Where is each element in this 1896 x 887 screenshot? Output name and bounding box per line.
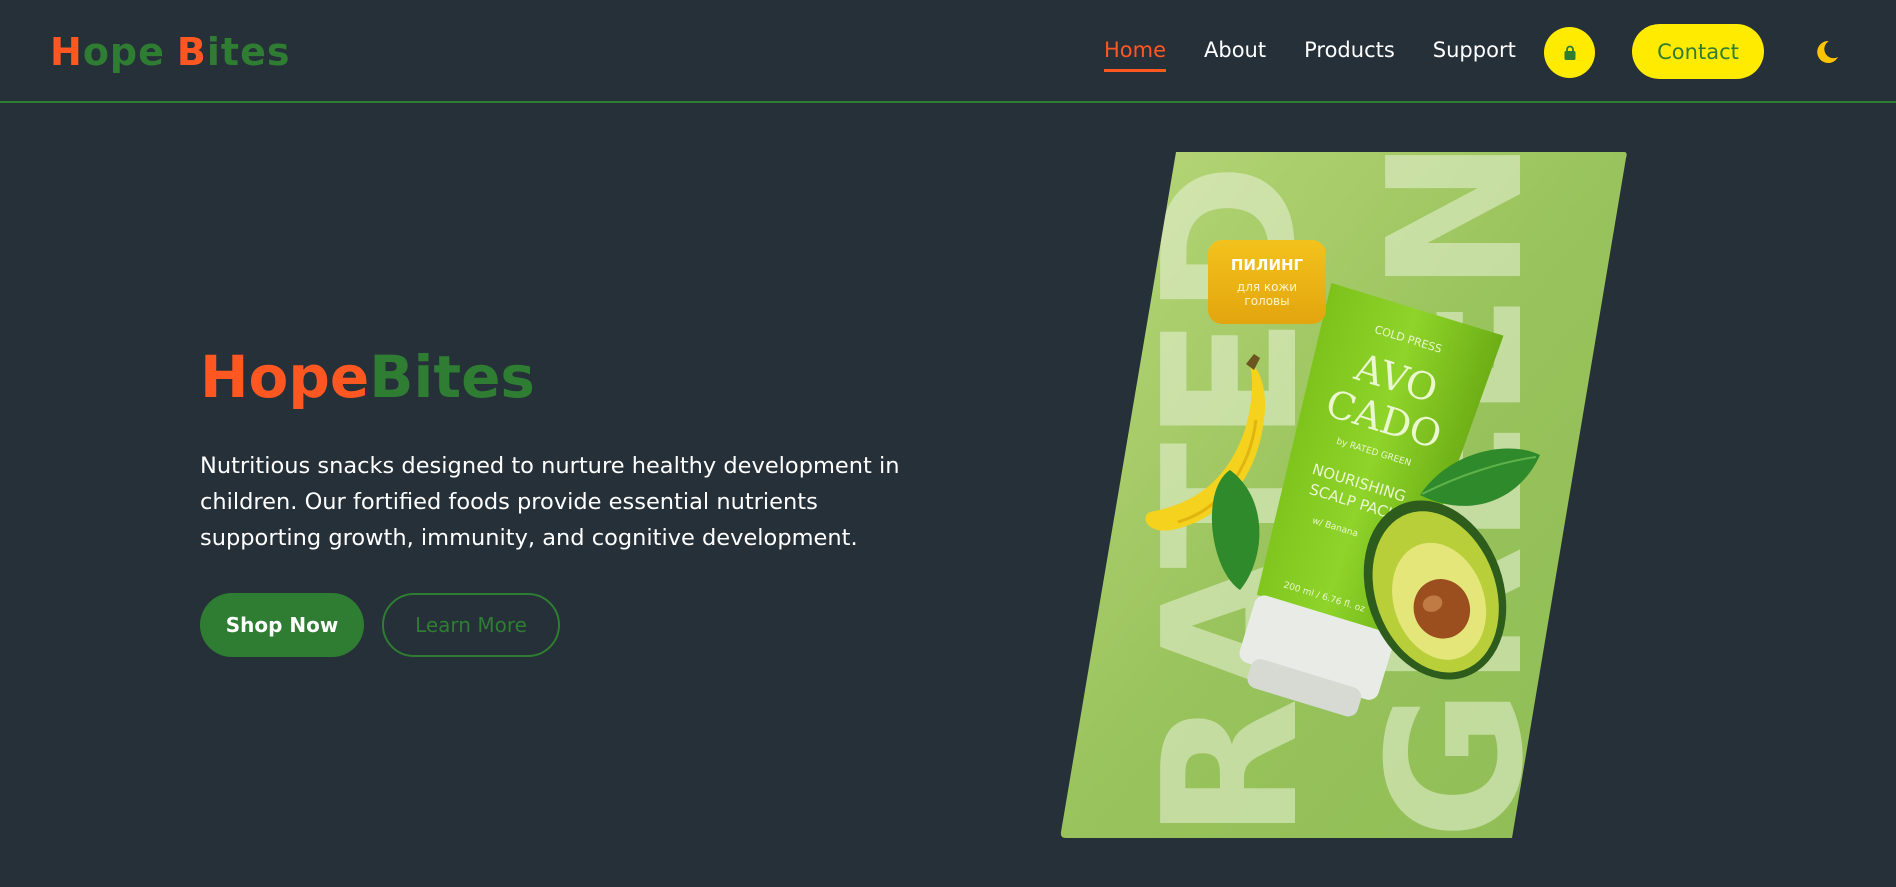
hero-title-hope: Hope xyxy=(200,343,370,411)
cart-button[interactable] xyxy=(1544,27,1595,78)
nav-link-support[interactable]: Support xyxy=(1433,38,1516,72)
label-sub2: головы xyxy=(1244,294,1289,308)
label-title: ПИЛИНГ xyxy=(1231,256,1304,274)
logo-letter-h: H xyxy=(50,30,83,74)
nav-link-about[interactable]: About xyxy=(1204,38,1266,72)
label-sub1: для кожи xyxy=(1237,280,1297,294)
product-poster-image: RATED GREEN COLD PRESS AVO CADO by RATED… xyxy=(1060,152,1627,838)
hero-title-bites: Bites xyxy=(369,343,535,411)
shopping-bag-icon xyxy=(1564,45,1575,60)
shop-now-button[interactable]: Shop Now xyxy=(200,593,364,657)
moon-icon[interactable] xyxy=(1812,38,1840,66)
logo-text-ope: ope xyxy=(82,30,165,74)
site-logo[interactable]: Hope Bites xyxy=(50,30,290,74)
top-navigation: Hope Bites Home About Products Support Co… xyxy=(0,0,1896,103)
hero-description: Nutritious snacks designed to nurture he… xyxy=(200,453,900,551)
russian-label-sticker: ПИЛИНГ для кожи головы xyxy=(1208,240,1326,324)
nav-menu: Home About Products Support xyxy=(1104,38,1516,72)
logo-letter-b: B xyxy=(176,30,207,74)
nav-link-products[interactable]: Products xyxy=(1304,38,1395,72)
nav-link-home[interactable]: Home xyxy=(1104,38,1167,72)
logo-text-ites: ites xyxy=(206,30,291,74)
learn-more-button[interactable]: Learn More xyxy=(382,593,560,657)
contact-button[interactable]: Contact xyxy=(1632,24,1764,79)
hero-title: HopeBites xyxy=(200,342,535,412)
